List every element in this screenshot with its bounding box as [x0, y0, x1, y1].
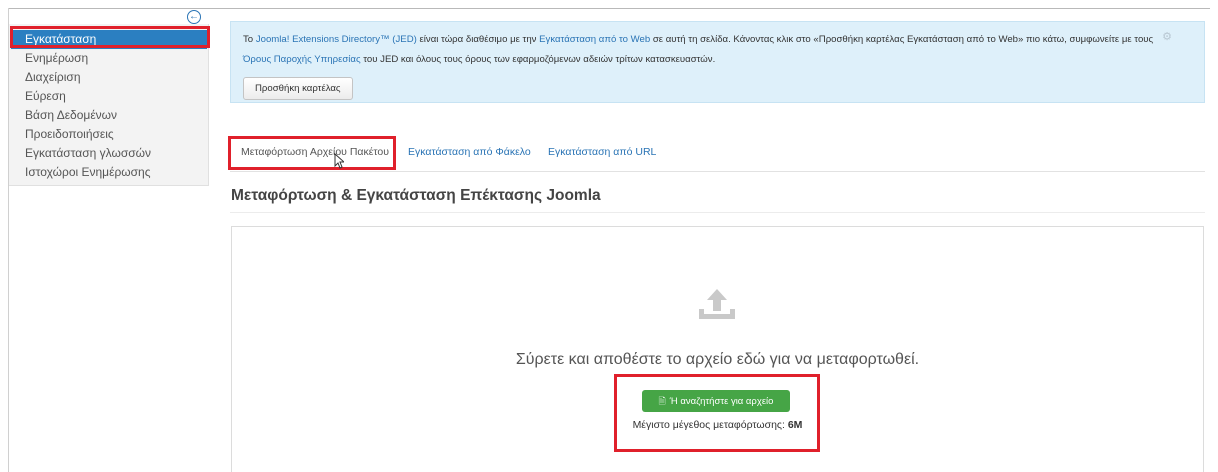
- upload-icon: [699, 289, 735, 319]
- file-icon: 🗎: [658, 396, 666, 406]
- jed-link[interactable]: Joomla! Extensions Directory™ (JED): [256, 34, 417, 45]
- sidebar-item-manage[interactable]: Διαχείριση: [9, 68, 209, 87]
- sidebar: Εγκατάσταση Ενημέρωση Διαχείριση Εύρεση …: [9, 24, 209, 186]
- sidebar-item-update[interactable]: Ενημέρωση: [9, 49, 209, 68]
- sidebar-item-install[interactable]: Εγκατάσταση: [11, 30, 207, 49]
- jed-text-part: του JED και όλους τους όρους των εφαρμοζ…: [360, 54, 716, 65]
- max-size-value: 6M: [787, 419, 803, 431]
- sidebar-item-update-sites[interactable]: Ιστοχώροι Ενημέρωσης: [9, 163, 209, 182]
- terms-of-service-link[interactable]: Όρους Παροχής Υπηρεσίας: [243, 54, 361, 65]
- jed-text-part: σε αυτή τη σελίδα. Κάνοντας κλικ στο «Πρ…: [650, 34, 1154, 45]
- jed-notice: Το Joomla! Extensions Directory™ (JED) ε…: [230, 21, 1205, 103]
- section-title: Μεταφόρτωση & Εγκατάσταση Επέκτασης Joom…: [231, 187, 601, 204]
- tab-install-from-url[interactable]: Εγκατάσταση από URL: [548, 146, 656, 158]
- sidebar-item-install-languages[interactable]: Εγκατάσταση γλωσσών: [9, 144, 209, 163]
- jed-notice-text: Το Joomla! Extensions Directory™ (JED) ε…: [243, 30, 1163, 70]
- install-tabs: Μεταφόρτωση Αρχείου Πακέτου Εγκατάσταση …: [230, 140, 1205, 172]
- gear-icon[interactable]: ⚙: [1162, 30, 1172, 43]
- browse-file-label: Ή αναζητήστε για αρχείο: [669, 396, 774, 407]
- sidebar-item-database[interactable]: Βάση Δεδομένων: [9, 106, 209, 125]
- add-tab-button[interactable]: Προσθήκη καρτέλας: [243, 77, 353, 100]
- max-size-label: Μέγιστο μέγεθος μεταφόρτωσης:: [632, 419, 785, 431]
- jed-text-part: είναι τώρα διαθέσιμο με την: [416, 34, 540, 45]
- max-upload-size: Μέγιστο μέγεθος μεταφόρτωσης: 6M: [232, 419, 1203, 431]
- sidebar-item-warnings[interactable]: Προειδοποιήσεις: [9, 125, 209, 144]
- divider: [230, 212, 1205, 213]
- frame-top-border: [8, 8, 1210, 9]
- tab-upload-package[interactable]: Μεταφόρτωση Αρχείου Πακέτου: [241, 146, 389, 158]
- tab-install-from-folder[interactable]: Εγκατάσταση από Φάκελο: [408, 146, 531, 158]
- upload-dropzone[interactable]: Σύρετε και αποθέστε το αρχείο εδώ για να…: [231, 226, 1204, 472]
- arrow-left-circle-icon[interactable]: ←: [187, 10, 201, 24]
- browse-file-button[interactable]: 🗎 Ή αναζητήστε για αρχείο: [642, 390, 790, 412]
- mouse-cursor-icon: [334, 153, 344, 169]
- sidebar-item-discover[interactable]: Εύρεση: [9, 87, 209, 106]
- drop-instructions: Σύρετε και αποθέστε το αρχείο εδώ για να…: [515, 351, 920, 368]
- sidebar-list: Εγκατάσταση Ενημέρωση Διαχείριση Εύρεση …: [9, 30, 209, 182]
- install-from-web-link[interactable]: Εγκατάσταση από το Web: [539, 34, 650, 45]
- jed-text-part: Το: [243, 34, 256, 45]
